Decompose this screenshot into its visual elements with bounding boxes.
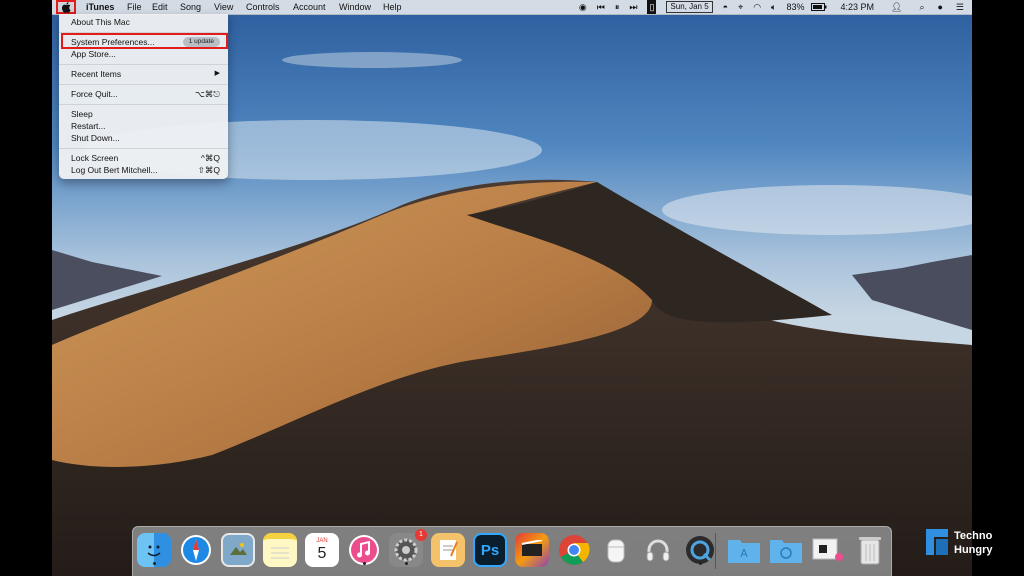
calendar-icon[interactable]: JAN 5 — [305, 533, 339, 567]
airpods-icon[interactable] — [599, 533, 633, 567]
red-highlight-box — [61, 33, 228, 49]
running-indicator — [405, 562, 408, 565]
forward-icon[interactable]: ⏭ — [629, 0, 637, 14]
menu-item-label: Log Out Bert Mitchell... — [71, 165, 158, 175]
techno-hungry-watermark: Techno Hungry — [926, 527, 1020, 559]
applications-folder-icon[interactable]: A — [727, 533, 761, 567]
menu-edit[interactable]: Edit — [152, 0, 168, 14]
finder-icon[interactable] — [137, 533, 171, 567]
menu-item-label: Force Quit... — [71, 89, 118, 99]
calendar-month: JAN — [316, 538, 328, 544]
menu-item-sleep[interactable]: Sleep — [71, 108, 220, 120]
apple-dropdown-menu: About This Mac System Preferences... 1 u… — [59, 14, 228, 179]
menu-item-app-store[interactable]: App Store... — [71, 48, 220, 60]
menu-file[interactable]: File — [127, 0, 142, 14]
safari-icon[interactable] — [179, 533, 213, 567]
menu-bar: iTunes File Edit Song View Controls Acco… — [52, 0, 972, 15]
menu-item-force-quit[interactable]: Force Quit... ⌥⌘⎋ — [71, 88, 220, 100]
photoshop-label: Ps — [480, 541, 500, 559]
status-area: ◉ ⏮ ⏸ ⏭ ▯ Sun, Jan 5 ◓ ⌖ ◠ 🔈︎ 83% 4:23 P… — [574, 0, 972, 14]
trash-icon[interactable] — [853, 533, 887, 567]
running-indicator — [699, 562, 702, 565]
menu-item-label: Lock Screen — [71, 153, 119, 163]
menu-song[interactable]: Song — [180, 0, 201, 14]
final-cut-icon[interactable] — [515, 533, 549, 567]
menu-item-label: Recent Items — [71, 69, 122, 79]
battery-icon[interactable] — [811, 3, 827, 11]
menu-item-recent-items[interactable]: Recent Items ▶ — [71, 68, 220, 80]
date-display[interactable]: Sun, Jan 5 — [666, 1, 713, 13]
desktop: iTunes File Edit Song View Controls Acco… — [52, 0, 972, 576]
apple-menu-button[interactable] — [56, 0, 76, 14]
network-icon[interactable]: ⌖ — [738, 0, 743, 14]
dock-separator — [715, 533, 716, 569]
menu-item-label: Restart... — [71, 121, 106, 131]
menu-help[interactable]: Help — [383, 0, 402, 14]
submenu-arrow-icon: ▶ — [214, 70, 220, 77]
documents-stack-icon[interactable] — [811, 533, 845, 567]
menu-shortcut: ⌥⌘⎋ — [194, 89, 220, 99]
watermark-line1: Techno — [954, 530, 993, 542]
menu-item-label: About This Mac — [71, 17, 130, 27]
menu-separator — [59, 84, 228, 85]
dock: JAN 5 1 Ps A — [132, 526, 892, 576]
menu-item-about-this-mac[interactable]: About This Mac — [71, 16, 220, 28]
watermark-line2: Hungry — [954, 544, 993, 556]
wifi-icon[interactable]: ◠ — [753, 0, 761, 14]
notification-center-icon[interactable]: ☰ — [956, 0, 964, 14]
menu-view[interactable]: View — [214, 0, 233, 14]
apple-icon — [61, 1, 71, 13]
pause-icon[interactable]: ⏸ — [615, 0, 620, 14]
phone-icon[interactable]: ▯ — [647, 0, 657, 14]
menu-account[interactable]: Account — [293, 0, 326, 14]
menu-separator — [59, 64, 228, 65]
siri-icon[interactable]: ● — [937, 0, 942, 14]
system-preferences-icon[interactable]: 1 — [389, 529, 427, 567]
running-indicator — [153, 562, 156, 565]
running-indicator — [363, 562, 366, 565]
itunes-icon[interactable] — [347, 533, 381, 567]
notification-badge: 1 — [415, 529, 427, 541]
menu-window[interactable]: Window — [339, 0, 371, 14]
pages-icon[interactable] — [431, 533, 465, 567]
record-icon[interactable]: ◉ — [579, 0, 587, 14]
volume-icon[interactable]: 🔈︎ — [771, 0, 776, 14]
menu-app-name[interactable]: iTunes — [86, 0, 114, 14]
menu-item-restart[interactable]: Restart... — [71, 120, 220, 132]
spotlight-search-icon[interactable]: ⌕ — [919, 0, 924, 14]
battery-percent[interactable]: 83% — [786, 0, 804, 14]
calendar-day: 5 — [317, 545, 327, 562]
menu-shortcut: ^⌘Q — [200, 153, 220, 163]
menu-separator — [59, 104, 228, 105]
menu-separator — [59, 148, 228, 149]
photoshop-icon[interactable]: Ps — [473, 533, 507, 567]
menu-item-label: Sleep — [71, 109, 93, 119]
menu-item-shut-down[interactable]: Shut Down... — [71, 132, 220, 144]
menu-item-log-out[interactable]: Log Out Bert Mitchell... ⇧⌘Q — [71, 164, 220, 176]
preview-icon[interactable] — [221, 533, 255, 567]
menu-controls[interactable]: Controls — [246, 0, 280, 14]
techno-hungry-logo-icon — [926, 529, 948, 555]
menu-shortcut: ⇧⌘Q — [197, 165, 220, 175]
chrome-icon[interactable] — [557, 533, 591, 567]
svg-text:A: A — [740, 547, 748, 560]
notes-icon[interactable] — [263, 533, 297, 567]
menu-item-label: Shut Down... — [71, 133, 120, 143]
downloads-folder-icon[interactable] — [769, 533, 803, 567]
quicktime-icon[interactable] — [683, 533, 717, 567]
headphones-icon[interactable] — [641, 533, 675, 567]
menu-item-lock-screen[interactable]: Lock Screen ^⌘Q — [71, 152, 220, 164]
user-icon[interactable]: 👤︎ — [891, 0, 902, 14]
eye-icon[interactable]: ◓ — [723, 0, 728, 14]
rewind-icon[interactable]: ⏮ — [597, 0, 605, 14]
clock[interactable]: 4:23 PM — [840, 0, 874, 14]
menu-item-label: App Store... — [71, 49, 116, 59]
